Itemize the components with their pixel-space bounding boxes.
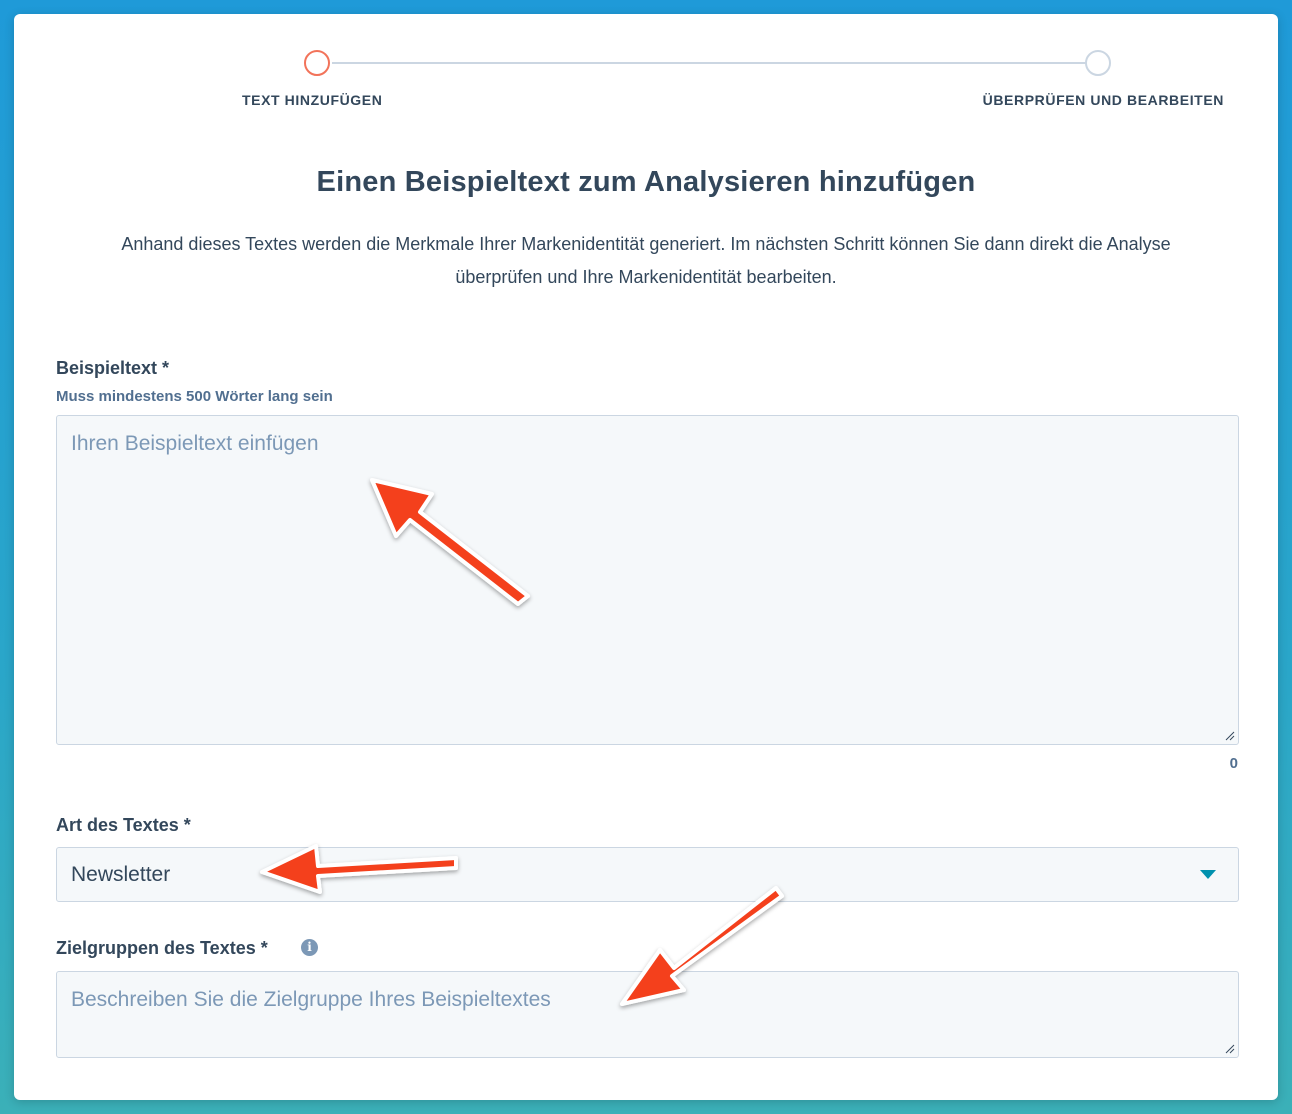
audience-placeholder: Beschreiben Sie die Zielgruppe Ihres Bei… [71,988,551,1011]
sample-text-input[interactable]: Ihren Beispieltext einfügen [56,415,1239,745]
info-icon[interactable]: i [301,939,318,956]
audience-label: Zielgruppen des Textes * [56,938,268,958]
text-type-select[interactable]: Newsletter [56,847,1239,902]
form-card: TEXT HINZUFÜGEN ÜBERPRÜFEN UND BEARBEITE… [14,14,1278,1100]
resize-grip-icon[interactable] [1225,1044,1235,1054]
text-type-selected-value: Newsletter [71,862,171,886]
page-title: Einen Beispieltext zum Analysieren hinzu… [316,166,976,198]
step-1-indicator [304,50,330,76]
resize-grip-icon[interactable] [1225,731,1235,741]
sample-text-placeholder: Ihren Beispieltext einfügen [71,432,319,455]
step-1-label: TEXT HINZUFÜGEN [242,92,383,108]
step-2-indicator [1085,50,1111,76]
word-count: 0 [1229,755,1238,772]
stepper-line [332,62,1098,64]
chevron-down-icon[interactable] [1200,870,1216,879]
audience-input[interactable]: Beschreiben Sie die Zielgruppe Ihres Bei… [56,971,1239,1058]
text-type-label: Art des Textes * [56,815,191,835]
step-2-label: ÜBERPRÜFEN UND BEARBEITEN [982,92,1224,108]
stepper: TEXT HINZUFÜGEN ÜBERPRÜFEN UND BEARBEITE… [14,14,1278,134]
page-description: Anhand dieses Textes werden die Merkmale… [121,234,1171,287]
sample-text-label: Beispieltext * [56,358,170,378]
sample-text-hint: Muss mindestens 500 Wörter lang sein [56,388,333,405]
